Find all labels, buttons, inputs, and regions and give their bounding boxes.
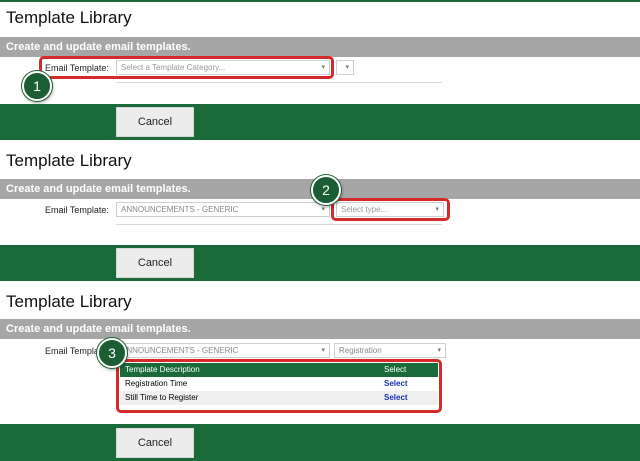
template-category-select[interactable]: ANNOUNCEMENTS - GENERIC ▾ [116,202,330,217]
template-type-select[interactable]: Registration ▾ [334,343,446,358]
highlight-box-3 [116,359,442,413]
chevron-down-icon: ▾ [321,347,325,354]
email-template-label: Email Templat [45,346,102,356]
chevron-down-icon: ▾ [437,347,441,354]
highlight-box-2 [331,198,450,221]
highlight-box-1 [39,56,334,79]
section-subtitle: Create and update email templates. [0,37,640,57]
template-category-value: ANNOUNCEMENTS - GENERIC [121,205,239,214]
template-type-select[interactable]: ▾ [336,60,354,75]
footer-bar [0,424,640,461]
field-divider [116,224,442,225]
page-title: Template Library [6,151,132,170]
cancel-button[interactable]: Cancel [116,428,194,458]
page-title: Template Library [6,8,132,27]
page-title: Template Library [6,292,132,311]
template-category-value: ANNOUNCEMENTS - GENERIC [121,346,239,355]
template-category-select[interactable]: ANNOUNCEMENTS - GENERIC ▾ [116,343,330,358]
chevron-down-icon: ▾ [345,64,349,71]
section-subtitle: Create and update email templates. [0,319,640,339]
footer-bar [0,245,640,281]
field-divider [116,82,442,83]
top-accent-line [0,0,640,2]
step-marker-1: 1 [22,71,52,101]
template-type-value: Registration [339,346,382,355]
footer-bar [0,104,640,140]
cancel-button[interactable]: Cancel [116,248,194,278]
step-marker-3: 3 [97,338,127,368]
email-template-label: Email Template: [45,205,109,215]
cancel-button[interactable]: Cancel [116,107,194,137]
step-marker-2: 2 [311,175,341,205]
